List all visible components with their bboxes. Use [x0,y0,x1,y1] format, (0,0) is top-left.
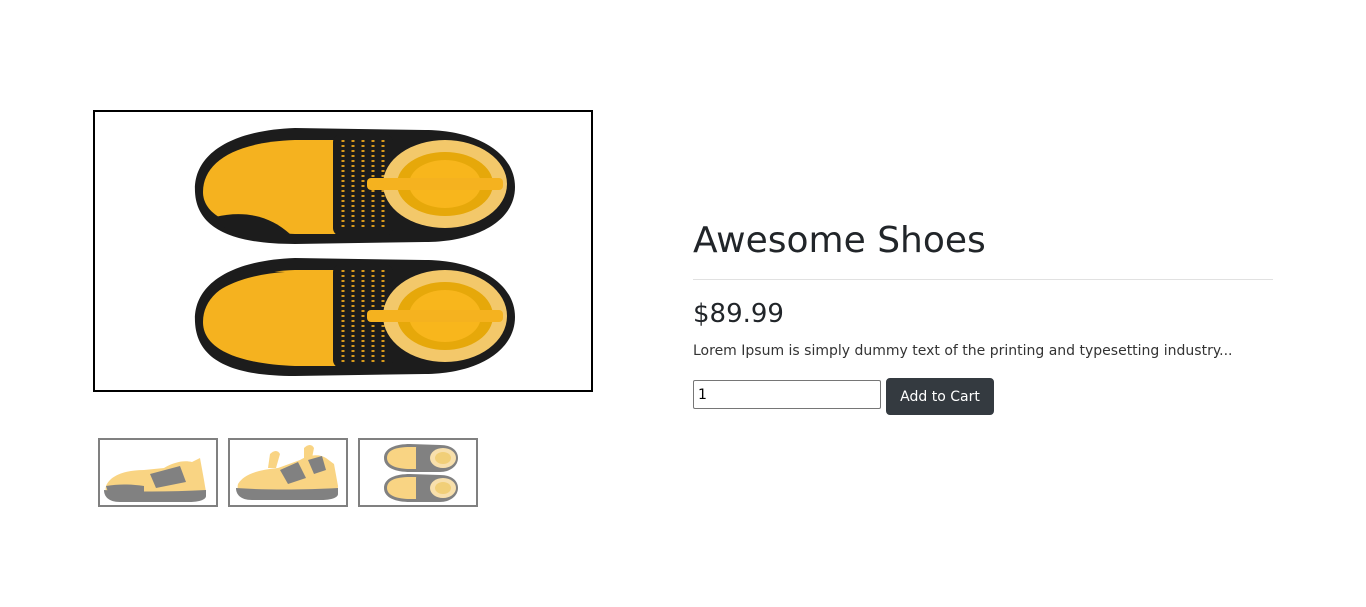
add-to-cart-button[interactable]: Add to Cart [886,378,994,415]
product-price: $89.99 [693,299,784,329]
main-product-image [93,110,593,392]
shoe-bottom [194,258,515,376]
shoe-side-view-image [104,458,206,502]
product-title: Awesome Shoes [693,220,986,261]
shoe-pair-top-view-image [194,128,515,376]
shoe-pair-top-view-image [384,444,458,502]
quantity-input[interactable] [693,380,881,409]
thumbnail-1[interactable] [98,438,218,507]
thumbnail-2[interactable] [228,438,348,507]
shoe-angled-view-image [236,445,338,500]
thumbnail-3[interactable] [358,438,478,507]
shoe-top [194,128,515,244]
product-description: Lorem Ipsum is simply dummy text of the … [693,343,1233,359]
title-divider [693,279,1273,280]
